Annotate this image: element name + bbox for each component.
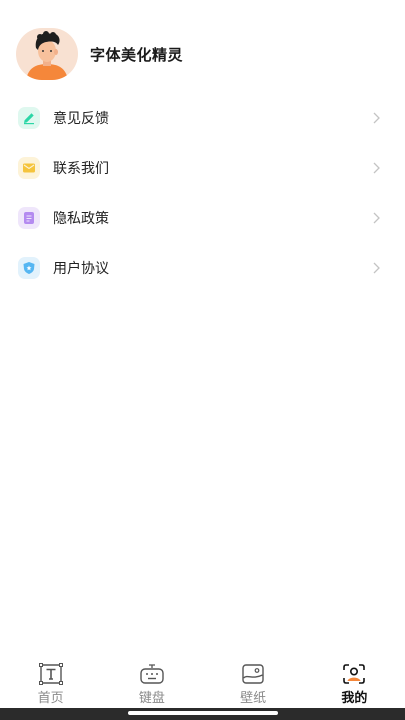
menu-item-label: 联系我们 xyxy=(53,161,109,177)
tab-label: 壁纸 xyxy=(240,691,267,706)
tab-mine[interactable]: 我的 xyxy=(304,656,405,708)
app-name: 字体美化精灵 xyxy=(90,45,184,64)
bottom-tab-bar: 首页 键盘 壁纸 我的 xyxy=(0,656,405,708)
chevron-right-icon xyxy=(373,162,380,174)
chevron-right-icon xyxy=(373,112,380,124)
system-navigation-bar xyxy=(0,708,405,720)
chevron-right-icon xyxy=(373,212,380,224)
menu-item-label: 隐私政策 xyxy=(53,211,109,227)
profile-header[interactable]: 字体美化精灵 xyxy=(16,28,183,80)
wallpaper-icon xyxy=(242,664,264,684)
tab-keyboard[interactable]: 键盘 xyxy=(101,656,202,708)
text-frame-icon xyxy=(38,663,63,685)
menu-item-feedback[interactable]: 意见反馈 xyxy=(0,93,405,143)
shield-star-icon xyxy=(18,257,40,279)
mail-icon xyxy=(18,157,40,179)
document-icon xyxy=(18,207,40,229)
keyboard-icon xyxy=(140,664,164,684)
tab-label: 键盘 xyxy=(138,691,165,706)
tab-home[interactable]: 首页 xyxy=(0,656,101,708)
profile-icon xyxy=(343,664,366,684)
menu-item-privacy[interactable]: 隐私政策 xyxy=(0,193,405,243)
menu-item-contact[interactable]: 联系我们 xyxy=(0,143,405,193)
settings-menu: 意见反馈 联系我们 隐私政策 用户协议 xyxy=(0,93,405,293)
person-avatar-icon[interactable] xyxy=(16,28,78,80)
menu-item-label: 用户协议 xyxy=(53,261,109,277)
menu-item-user-agreement[interactable]: 用户协议 xyxy=(0,243,405,293)
menu-item-label: 意见反馈 xyxy=(53,111,109,127)
tab-wallpaper[interactable]: 壁纸 xyxy=(203,656,304,708)
tab-label: 我的 xyxy=(341,691,368,706)
chevron-right-icon xyxy=(373,262,380,274)
tab-label: 首页 xyxy=(37,691,64,706)
home-indicator[interactable] xyxy=(128,711,278,715)
profile-page: 字体美化精灵 意见反馈 联系我们 隐私政策 用户协议 首页 键盘 壁纸 我的 xyxy=(0,0,405,720)
pencil-icon xyxy=(18,107,40,129)
